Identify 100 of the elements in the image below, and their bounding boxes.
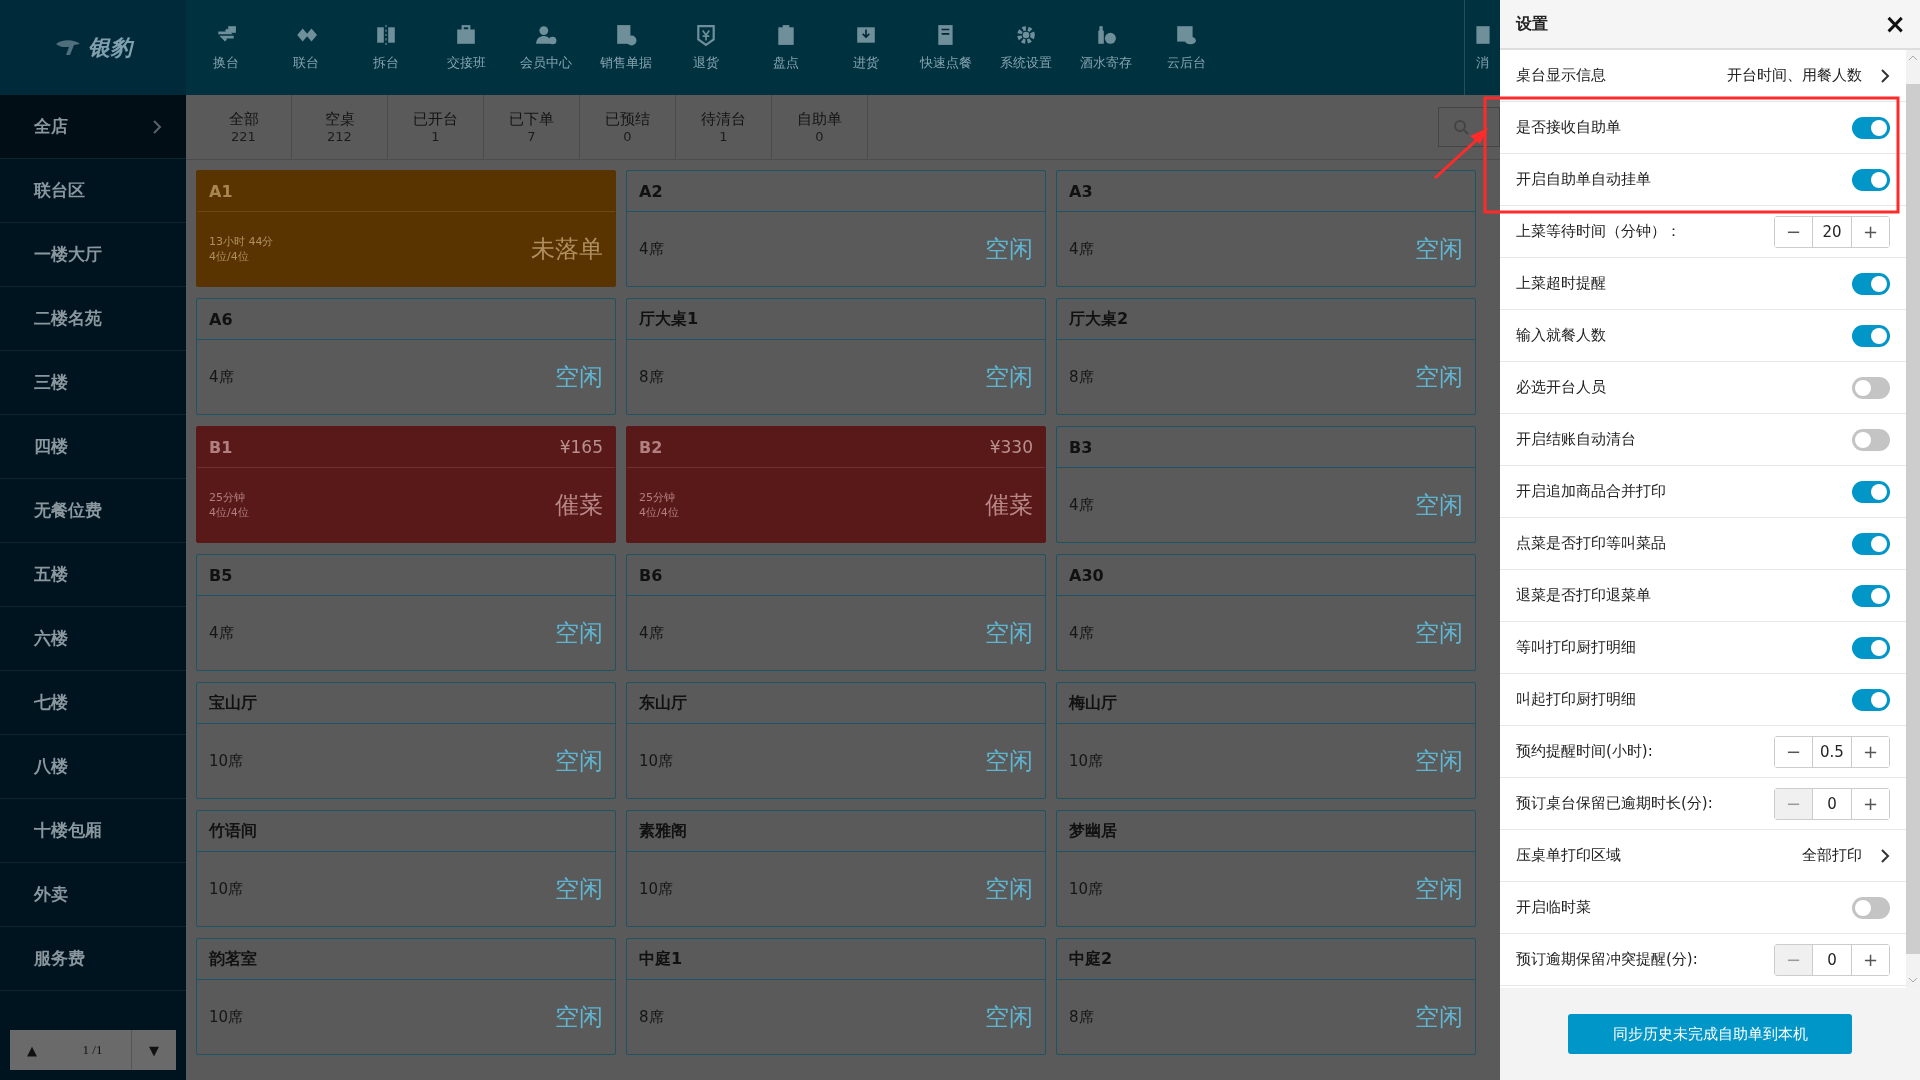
- toolbar-button[interactable]: 退货: [666, 0, 746, 95]
- area-item[interactable]: 六楼: [0, 607, 186, 671]
- table-card[interactable]: A30 4席 空闲: [1056, 554, 1476, 671]
- table-card[interactable]: 素雅阁 10席 空闲: [626, 810, 1046, 927]
- setting-value[interactable]: 开台时间、用餐人数: [1727, 66, 1890, 85]
- toggle-switch[interactable]: [1852, 688, 1890, 711]
- table-card[interactable]: 东山厅 10席 空闲: [626, 682, 1046, 799]
- seat-count: 10席: [209, 879, 244, 899]
- toggle-switch[interactable]: [1852, 584, 1890, 607]
- area-item[interactable]: 全店: [0, 95, 186, 159]
- number-stepper[interactable]: − 0 +: [1774, 787, 1890, 820]
- number-stepper[interactable]: − 0 +: [1774, 943, 1890, 976]
- table-name: A3: [1069, 181, 1093, 201]
- toolbar-button[interactable]: 交接班: [426, 0, 506, 95]
- toolbar-button[interactable]: 拆台: [346, 0, 426, 95]
- chevron-right-icon: [1880, 847, 1890, 864]
- table-name: 东山厅: [639, 692, 687, 714]
- area-item[interactable]: 十楼包厢: [0, 799, 186, 863]
- area-item[interactable]: 四楼: [0, 415, 186, 479]
- toggle-switch[interactable]: [1852, 116, 1890, 139]
- table-card[interactable]: 梦幽居 10席 空闲: [1056, 810, 1476, 927]
- scroll-down-icon[interactable]: [1908, 976, 1918, 984]
- table-card[interactable]: A6 4席 空闲: [196, 298, 616, 415]
- table-status: 空闲: [985, 874, 1033, 905]
- table-card[interactable]: A2 4席 空闲: [626, 170, 1046, 287]
- setting-value[interactable]: 全部打印: [1802, 846, 1890, 865]
- seat-count: 8席: [1069, 367, 1094, 387]
- toolbar-button[interactable]: 系统设置: [986, 0, 1066, 95]
- toggle-switch[interactable]: [1852, 324, 1890, 347]
- area-item[interactable]: 七楼: [0, 671, 186, 735]
- number-field[interactable]: 0: [1812, 944, 1852, 975]
- table-card[interactable]: 厅大桌2 8席 空闲: [1056, 298, 1476, 415]
- table-card[interactable]: 竹语间 10席 空闲: [196, 810, 616, 927]
- number-field[interactable]: 0: [1812, 788, 1852, 819]
- area-item[interactable]: 无餐位费: [0, 479, 186, 543]
- area-item[interactable]: 服务费: [0, 927, 186, 991]
- toggle-switch[interactable]: [1852, 376, 1890, 399]
- table-card[interactable]: B6 4席 空闲: [626, 554, 1046, 671]
- toolbar-button[interactable]: 销售单据: [586, 0, 666, 95]
- setting-label: 预订逾期保留冲突提醒(分):: [1516, 950, 1698, 969]
- table-card[interactable]: 中庭2 8席 空闲: [1056, 938, 1476, 1055]
- table-name: 梦幽居: [1069, 820, 1117, 842]
- toggle-switch[interactable]: [1852, 480, 1890, 503]
- number-field[interactable]: 20: [1812, 216, 1852, 247]
- area-item[interactable]: 外卖: [0, 863, 186, 927]
- number-field[interactable]: 0.5: [1812, 736, 1852, 767]
- table-status: 空闲: [1415, 490, 1463, 521]
- toggle-switch[interactable]: [1852, 636, 1890, 659]
- toolbar-button[interactable]: 酒水寄存: [1066, 0, 1146, 95]
- seat-count: 4席: [209, 367, 234, 387]
- area-item[interactable]: 二楼名苑: [0, 287, 186, 351]
- toggle-switch[interactable]: [1852, 896, 1890, 919]
- shield-icon: [695, 23, 717, 46]
- toolbar-button[interactable]: 快速点餐: [906, 0, 986, 95]
- area-item[interactable]: 一楼大厅: [0, 223, 186, 287]
- number-stepper[interactable]: − 0.5 +: [1774, 735, 1890, 768]
- seat-count: 4席: [209, 623, 234, 643]
- scroll-up-icon[interactable]: [1908, 54, 1918, 62]
- table-status: 催菜: [555, 490, 603, 521]
- table-card[interactable]: B5 4席 空闲: [196, 554, 616, 671]
- table-card[interactable]: 梅山厅 10席 空闲: [1056, 682, 1476, 799]
- number-stepper[interactable]: − 20 +: [1774, 215, 1890, 248]
- toolbar-button[interactable]: 换台: [186, 0, 266, 95]
- table-card[interactable]: 厅大桌1 8席 空闲: [626, 298, 1046, 415]
- toolbar-button[interactable]: 进货: [826, 0, 906, 95]
- table-card[interactable]: A1 13小时 44分 4位/4位 未落单: [196, 170, 616, 287]
- search-field[interactable]: [1438, 107, 1500, 147]
- table-card[interactable]: 中庭1 8席 空闲: [626, 938, 1046, 1055]
- table-card[interactable]: 韵茗室 10席 空闲: [196, 938, 616, 1055]
- area-item[interactable]: 八楼: [0, 735, 186, 799]
- toggle-switch[interactable]: [1852, 272, 1890, 295]
- area-item[interactable]: 五楼: [0, 543, 186, 607]
- area-item[interactable]: 三楼: [0, 351, 186, 415]
- seat-count: 4席: [1069, 495, 1094, 515]
- sync-button[interactable]: 同步历史未完成自助单到本机: [1568, 1014, 1852, 1054]
- toggle-switch[interactable]: [1852, 532, 1890, 555]
- table-card[interactable]: B3 4席 空闲: [1056, 426, 1476, 543]
- toolbar-button[interactable]: 联台: [266, 0, 346, 95]
- scrollbar[interactable]: [1906, 50, 1920, 988]
- toolbar-button[interactable]: 盘点: [746, 0, 826, 95]
- toggle-switch[interactable]: [1852, 428, 1890, 451]
- table-card[interactable]: B2 ¥330 25分钟 4位/4位 催菜: [626, 426, 1046, 543]
- table-card[interactable]: B1 ¥165 25分钟 4位/4位 催菜: [196, 426, 616, 543]
- page-up-button[interactable]: ▲: [10, 1030, 54, 1070]
- toggle-switch[interactable]: [1852, 168, 1890, 191]
- setting-label: 输入就餐人数: [1516, 326, 1606, 345]
- page-indicator: 1 /1: [54, 1030, 132, 1070]
- toolbar-button[interactable]: 会员中心: [506, 0, 586, 95]
- area-item[interactable]: 联台区: [0, 159, 186, 223]
- page-down-button[interactable]: ▼: [132, 1030, 176, 1070]
- table-amount: ¥165: [559, 437, 603, 457]
- toolbar-button[interactable]: 云后台: [1146, 0, 1226, 95]
- table-card[interactable]: 宝山厅 10席 空闲: [196, 682, 616, 799]
- table-card[interactable]: A3 4席 空闲: [1056, 170, 1476, 287]
- table-name: B3: [1069, 437, 1093, 457]
- table-status: 空闲: [1415, 362, 1463, 393]
- elapsed-time: 13小时 44分: [209, 234, 274, 249]
- elapsed-time: 25分钟: [209, 490, 246, 505]
- table-name: 韵茗室: [209, 948, 257, 970]
- close-button[interactable]: ×: [1884, 11, 1906, 37]
